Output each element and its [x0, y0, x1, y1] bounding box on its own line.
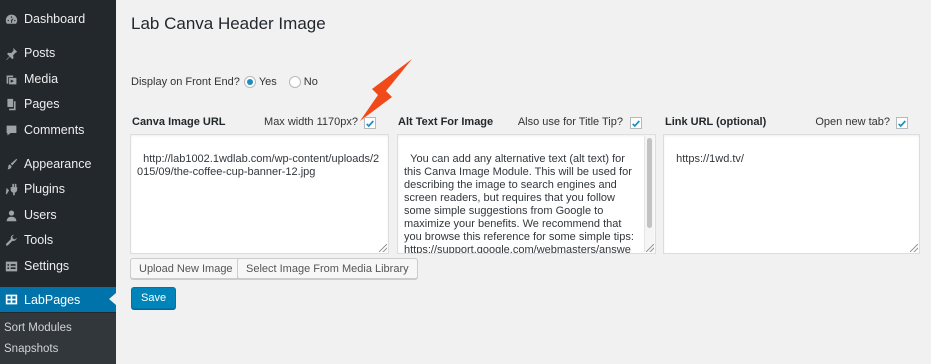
sidebar-item-plugins[interactable]: Plugins [0, 178, 116, 200]
pin-icon [4, 46, 18, 60]
labpages-submenu: Sort Modules Snapshots [0, 313, 116, 364]
checkmark-icon [632, 119, 640, 127]
display-yes-radio[interactable] [243, 76, 256, 88]
open-new-tab-label: Open new tab? [815, 116, 890, 128]
sidebar-item-tools[interactable]: Tools [0, 229, 116, 251]
paintbrush-icon [4, 157, 18, 171]
sidebar-item-label: Dashboard [24, 12, 86, 26]
sidebar-item-comments[interactable]: Comments [0, 119, 116, 141]
display-on-front-end-row: Display on Front End? Yes No [131, 74, 326, 90]
alt-text-label: Alt Text For Image [398, 116, 494, 128]
sidebar-item-label: Settings [24, 259, 70, 273]
link-url-label: Link URL (optional) [665, 116, 767, 128]
canva-url-value: http://lab1002.1wdlab.com/wp-content/upl… [137, 153, 380, 178]
user-icon [4, 208, 18, 222]
media-icon [4, 72, 18, 86]
sidebar-item-label: Posts [24, 46, 56, 60]
submenu-item-sort-modules[interactable]: Sort Modules [4, 322, 72, 334]
sidebar-item-label: Tools [24, 233, 54, 247]
active-indicator [109, 293, 116, 305]
pages-icon [4, 97, 18, 111]
sidebar-item-labpages[interactable]: LabPages [0, 287, 116, 312]
sidebar-item-posts[interactable]: Posts [0, 42, 116, 64]
upload-new-image-button[interactable]: Upload New Image [130, 258, 242, 279]
sidebar-item-dashboard[interactable]: Dashboard [0, 8, 116, 30]
alt-text-textarea[interactable]: You can add any alternative text (alt te… [397, 134, 656, 254]
submenu-item-snapshots[interactable]: Snapshots [4, 343, 58, 355]
sidebar-item-label: Plugins [24, 182, 65, 196]
resize-handle-icon[interactable] [646, 244, 654, 252]
canva-url-textarea[interactable]: http://lab1002.1wdlab.com/wp-content/upl… [130, 134, 389, 254]
grid-icon [4, 293, 18, 307]
page-title: Lab Canva Header Image [131, 14, 326, 33]
display-label: Display on Front End? [131, 76, 240, 88]
resize-handle-icon[interactable] [379, 244, 387, 252]
sidebar-item-users[interactable]: Users [0, 204, 116, 226]
sidebar-item-media[interactable]: Media [0, 68, 116, 90]
display-yes-label[interactable]: Yes [259, 76, 277, 88]
display-no-label[interactable]: No [304, 76, 318, 88]
alt-text-scrollbar[interactable] [644, 136, 654, 252]
dashboard-icon [4, 12, 18, 26]
plugin-icon [4, 182, 18, 196]
max-width-checkbox[interactable] [364, 117, 376, 129]
sidebar-item-label: LabPages [24, 292, 81, 307]
open-new-tab-checkbox[interactable] [896, 117, 908, 129]
wrench-icon [4, 233, 18, 247]
alt-text-value: You can add any alternative text (alt te… [404, 153, 637, 254]
admin-sidebar: Dashboard Posts Media Pages Comments App… [0, 0, 116, 364]
sidebar-item-label: Media [24, 72, 59, 86]
sidebar-item-settings[interactable]: Settings [0, 255, 116, 277]
checkmark-icon [898, 119, 906, 127]
resize-handle-icon[interactable] [910, 244, 918, 252]
settings-icon [4, 259, 18, 273]
sidebar-item-appearance[interactable]: Appearance [0, 153, 116, 175]
display-no-radio[interactable] [288, 76, 301, 88]
canva-url-label: Canva Image URL [132, 116, 226, 128]
link-url-value: https://1wd.tv/ [676, 153, 744, 165]
select-from-media-library-button[interactable]: Select Image From Media Library [237, 258, 418, 279]
title-tip-label: Also use for Title Tip? [517, 116, 623, 128]
scrollbar-thumb[interactable] [647, 138, 652, 228]
save-button[interactable]: Save [131, 287, 177, 309]
sidebar-item-pages[interactable]: Pages [0, 93, 116, 115]
checkmark-icon [366, 119, 374, 127]
sidebar-item-label: Appearance [24, 157, 92, 171]
sidebar-item-label: Comments [24, 123, 85, 137]
max-width-label: Max width 1170px? [264, 116, 358, 128]
sidebar-item-label: Users [24, 208, 57, 222]
title-tip-checkbox[interactable] [630, 117, 642, 129]
link-url-textarea[interactable]: https://1wd.tv/ [663, 134, 920, 254]
sidebar-item-label: Pages [24, 97, 60, 111]
comment-icon [4, 123, 18, 137]
